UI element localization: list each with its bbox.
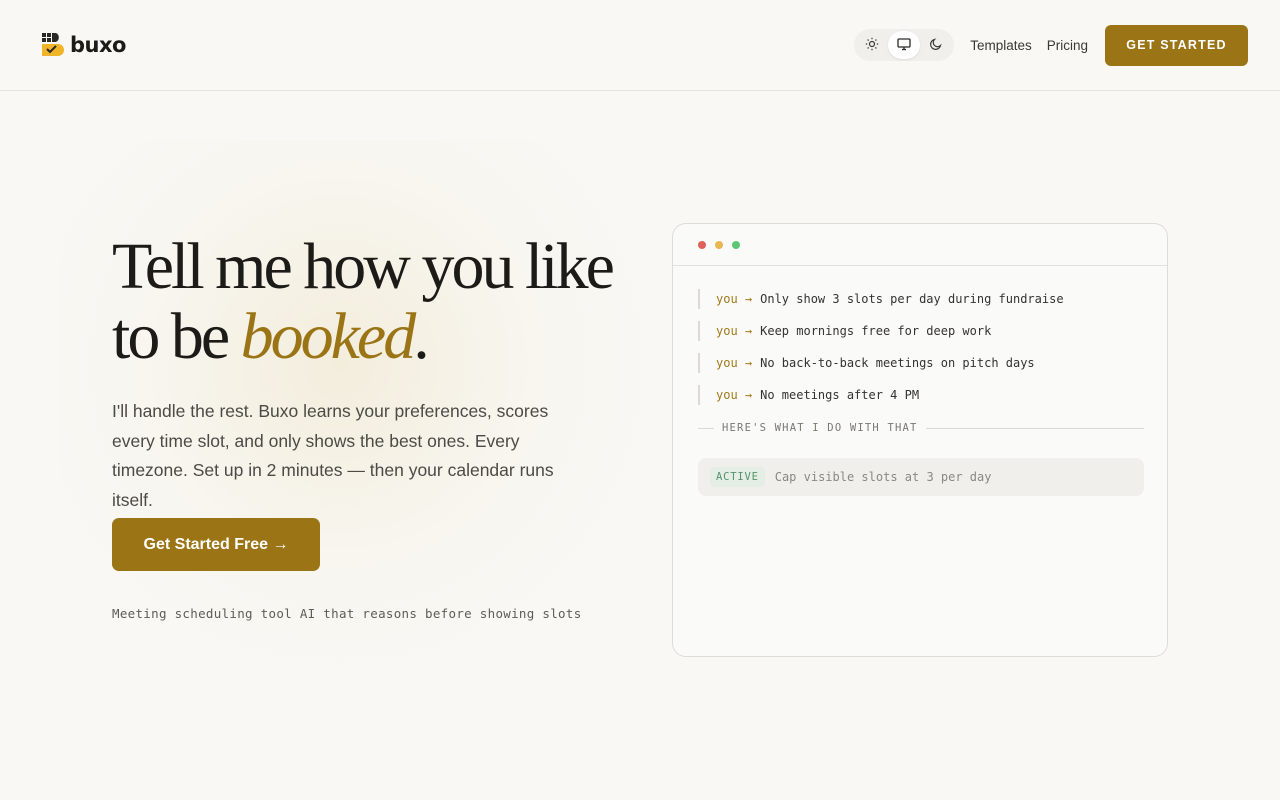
rule-text: No meetings after 4 PM xyxy=(760,388,920,402)
rule-speaker: you → xyxy=(716,388,753,402)
active-rule-text: Cap visible slots at 3 per day xyxy=(774,470,992,484)
rule-line: you → No meetings after 4 PM xyxy=(698,385,1144,405)
window-dot-yellow xyxy=(715,240,723,249)
rule-text: No back-to-back meetings on pitch days xyxy=(760,356,1035,370)
status-badge: ACTIVE xyxy=(710,467,765,487)
nav-link-pricing[interactable]: Pricing xyxy=(1047,38,1088,53)
hero-footnote: Meeting scheduling tool AI that reasons … xyxy=(112,606,582,621)
hero-title: Tell me how you like to be booked. xyxy=(112,232,632,372)
window-dot-red xyxy=(698,240,706,249)
divider-line xyxy=(925,427,1144,429)
rule-text: Keep mornings free for deep work xyxy=(760,324,992,338)
hero-description: I'll handle the rest. Buxo learns your p… xyxy=(112,401,554,510)
divider-label: HERE'S WHAT I DO WITH THAT xyxy=(722,422,918,434)
hero-title-accent: booked xyxy=(240,300,417,373)
site-header: buxo Templates Pricing GET STARTED xyxy=(0,0,1280,91)
rule-speaker: you → xyxy=(716,324,753,338)
theme-light-button[interactable] xyxy=(856,31,888,59)
rule-line: you → No back-to-back meetings on pitch … xyxy=(698,353,1144,373)
rule-text: Only show 3 slots per day during fundrai… xyxy=(760,292,1064,306)
brand-name: buxo xyxy=(70,33,126,57)
brand-logo[interactable]: buxo xyxy=(41,32,126,58)
theme-system-button[interactable] xyxy=(888,31,921,59)
moon-icon xyxy=(929,37,943,54)
rule-speaker: you → xyxy=(716,292,753,306)
sun-icon xyxy=(865,37,879,54)
window-dot-green xyxy=(732,240,740,249)
rule-line: you → Only show 3 slots per day during f… xyxy=(698,289,1144,309)
section-divider: HERE'S WHAT I DO WITH THAT xyxy=(698,420,1144,436)
buxo-logo-icon xyxy=(41,32,65,58)
top-nav: Templates Pricing GET STARTED xyxy=(854,24,1248,66)
rule-speaker: you → xyxy=(716,356,753,370)
active-rule-row: ACTIVE Cap visible slots at 3 per day xyxy=(698,458,1144,496)
theme-switcher xyxy=(854,29,955,61)
preference-rules: you → Only show 3 slots per day during f… xyxy=(698,289,1144,417)
hero-title-line1: Tell me how you like xyxy=(112,230,615,303)
preferences-terminal-card: you → Only show 3 slots per day during f… xyxy=(672,223,1168,657)
nav-link-templates[interactable]: Templates xyxy=(970,38,1032,53)
get-started-button[interactable]: GET STARTED xyxy=(1105,24,1248,66)
window-bar xyxy=(673,224,1167,266)
monitor-icon xyxy=(897,37,911,54)
theme-dark-button[interactable] xyxy=(920,31,952,59)
hero-title-line2: to be xyxy=(112,300,241,373)
rule-line: you → Keep mornings free for deep work xyxy=(698,321,1144,341)
hero-title-period: . xyxy=(413,300,429,373)
divider-line xyxy=(698,427,714,429)
get-started-free-button[interactable]: Get Started Free → xyxy=(112,518,320,571)
